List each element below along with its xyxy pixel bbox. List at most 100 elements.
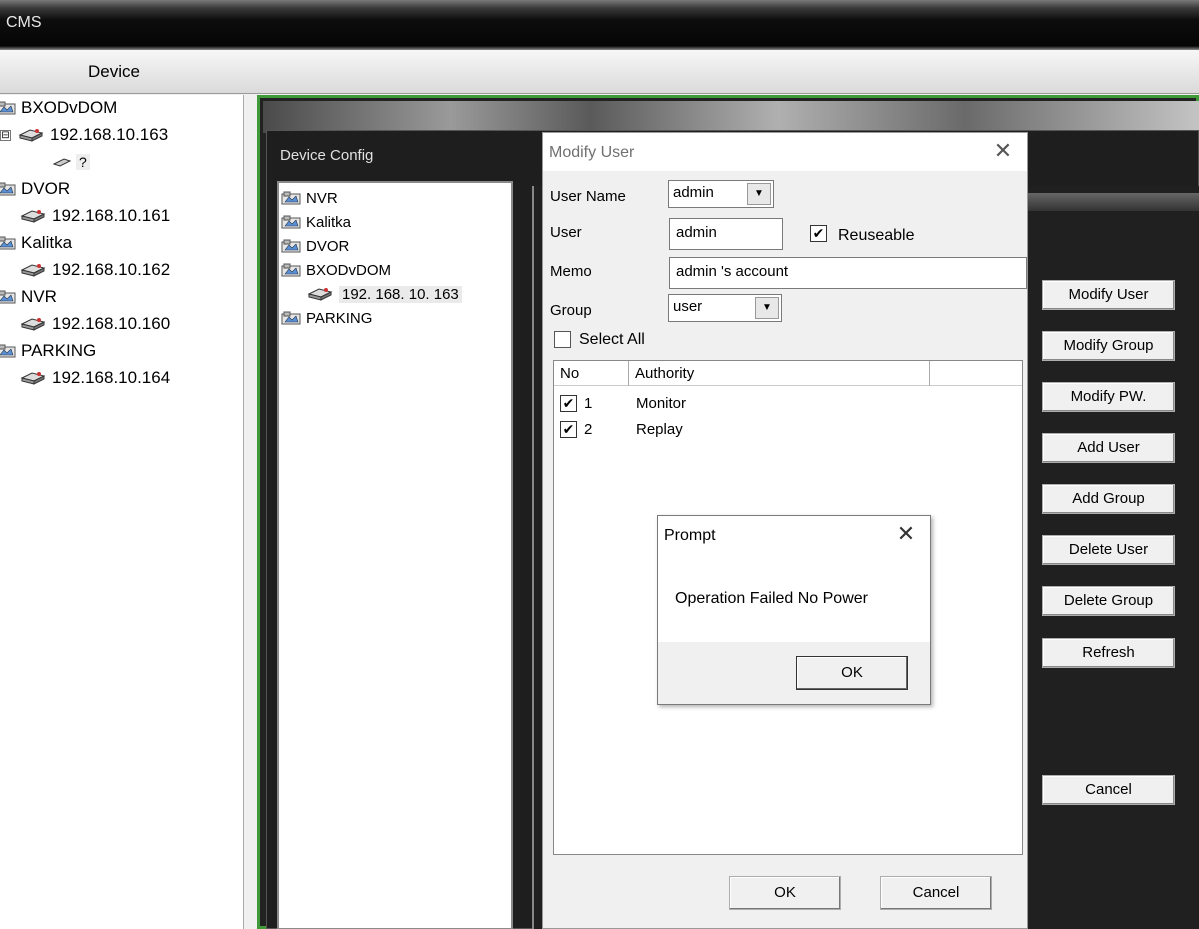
- tree-item-group[interactable]: DVOR: [0, 177, 70, 201]
- cancel-button[interactable]: Cancel: [1042, 775, 1175, 805]
- device-group-icon: [0, 290, 16, 304]
- chevron-down-icon: ▼: [747, 183, 771, 205]
- device-icon: [20, 262, 46, 278]
- device-icon: [307, 286, 333, 302]
- device-header-bar: Device: [0, 50, 1199, 94]
- tree-item-group[interactable]: DVOR: [281, 235, 349, 257]
- config-device-tree[interactable]: NVR Kalitka DVOR BXODvDOM 192. 168. 10. …: [277, 181, 513, 929]
- device-group-icon: [0, 236, 16, 250]
- user-field[interactable]: admin: [669, 218, 783, 250]
- tree-item-group[interactable]: Kalitka: [0, 231, 72, 255]
- tree-item-device[interactable]: 192.168.10.164: [20, 366, 170, 390]
- authority-checkbox[interactable]: ✔: [560, 421, 577, 438]
- dialog-title: Modify User: [549, 144, 635, 161]
- device-group-icon: [0, 182, 16, 196]
- tree-item-channel[interactable]: ?: [52, 150, 90, 174]
- device-icon: [20, 316, 46, 332]
- authority-checkbox[interactable]: ✔: [560, 395, 577, 412]
- tree-item-group[interactable]: Kalitka: [281, 211, 351, 233]
- selected-value: admin: [673, 184, 714, 201]
- app-title: CMS: [6, 14, 42, 31]
- delete-user-button[interactable]: Delete User: [1042, 535, 1175, 565]
- memo-label: Memo: [550, 263, 592, 280]
- tree-item-group[interactable]: NVR: [281, 187, 338, 209]
- refresh-button[interactable]: Refresh: [1042, 638, 1175, 668]
- reuseable-label: Reuseable: [838, 227, 915, 244]
- tree-item-label: 192.168.10.163: [50, 125, 169, 144]
- chevron-down-icon: ▼: [755, 297, 779, 319]
- modify-user-button[interactable]: Modify User: [1042, 280, 1175, 310]
- device-icon: [18, 127, 44, 143]
- tree-item-label: NVR: [21, 287, 57, 306]
- tree-item-label: 192. 168. 10. 163: [339, 285, 462, 303]
- tree-item-label: PARKING: [306, 309, 373, 327]
- user-name-select[interactable]: admin ▼: [668, 180, 774, 208]
- tree-item-device-selected[interactable]: 192. 168. 10. 163: [307, 283, 462, 305]
- delete-group-button[interactable]: Delete Group: [1042, 586, 1175, 616]
- tree-item-label: Kalitka: [21, 233, 73, 252]
- device-group-icon: [281, 191, 301, 205]
- device-icon: [20, 370, 46, 386]
- device-config-title: Device Config: [280, 147, 374, 164]
- close-icon[interactable]: ✕: [991, 139, 1015, 163]
- authority-no: 1: [584, 395, 593, 412]
- tree-item-group[interactable]: PARKING: [281, 307, 372, 329]
- ok-button[interactable]: OK: [729, 876, 841, 910]
- authority-list-header: No Authority: [554, 361, 1022, 386]
- cancel-button[interactable]: Cancel: [880, 876, 992, 910]
- device-group-icon: [0, 344, 16, 358]
- group-label: Group: [550, 302, 592, 319]
- device-tree[interactable]: BXODvDOM ⊟ 192.168.10.163 ? DVOR 192.168…: [0, 95, 244, 929]
- prompt-title: Prompt: [664, 527, 716, 544]
- tree-item-label: BXODvDOM: [21, 98, 118, 117]
- user-name-label: User Name: [550, 188, 626, 205]
- collapse-icon[interactable]: ⊟: [0, 129, 11, 141]
- add-group-button[interactable]: Add Group: [1042, 484, 1175, 514]
- tree-item-device[interactable]: 192.168.10.160: [20, 312, 170, 336]
- tree-item-label: DVOR: [21, 179, 71, 198]
- add-user-button[interactable]: Add User: [1042, 433, 1175, 463]
- tree-item-group[interactable]: NVR: [0, 285, 57, 309]
- authority-name: Monitor: [636, 395, 687, 412]
- tree-item-label: ?: [76, 154, 90, 170]
- device-tab[interactable]: Device: [88, 62, 140, 82]
- select-all-label: Select All: [579, 331, 645, 348]
- group-select[interactable]: user ▼: [668, 294, 782, 322]
- tree-item-device[interactable]: 192.168.10.162: [20, 258, 170, 282]
- authority-no: 2: [584, 421, 593, 438]
- device-group-icon: [0, 101, 16, 115]
- reuseable-checkbox[interactable]: ✔: [810, 225, 827, 242]
- tree-item-label: 192.168.10.162: [52, 260, 171, 279]
- tree-item-label: 192.168.10.160: [52, 314, 171, 333]
- tree-item-label: Kalitka: [306, 213, 352, 231]
- selected-value: user: [673, 298, 703, 315]
- tree-item-label: DVOR: [306, 237, 350, 255]
- close-icon[interactable]: ✕: [894, 522, 918, 546]
- video-preview-strip: [263, 101, 1199, 133]
- device-group-icon: [281, 239, 301, 253]
- select-all-checkbox[interactable]: [554, 331, 571, 348]
- authority-name: Replay: [636, 421, 683, 438]
- tree-item-label: BXODvDOM: [306, 261, 392, 279]
- device-group-icon: [281, 263, 301, 277]
- memo-field[interactable]: admin 's account: [669, 257, 1027, 289]
- tree-item-group[interactable]: PARKING: [0, 339, 96, 363]
- prompt-dialog: Prompt ✕ Operation Failed No Power OK: [657, 515, 931, 705]
- modify-password-button[interactable]: Modify PW.: [1042, 382, 1175, 412]
- device-icon: [20, 208, 46, 224]
- modify-group-button[interactable]: Modify Group: [1042, 331, 1175, 361]
- prompt-ok-button[interactable]: OK: [796, 656, 908, 690]
- column-header-authority[interactable]: Authority: [629, 361, 930, 386]
- tree-item-label: 192.168.10.161: [52, 206, 171, 225]
- tree-item-device[interactable]: 192.168.10.161: [20, 204, 170, 228]
- tree-item-group[interactable]: BXODvDOM: [0, 96, 117, 120]
- tree-item-label: PARKING: [21, 341, 97, 360]
- tree-item-group[interactable]: BXODvDOM: [281, 259, 391, 281]
- column-header-no[interactable]: No: [554, 361, 629, 386]
- device-group-icon: [281, 215, 301, 229]
- device-group-icon: [281, 311, 301, 325]
- tree-item-device[interactable]: ⊟ 192.168.10.163: [0, 123, 168, 147]
- tree-item-label: NVR: [306, 189, 338, 207]
- app-title-bar: CMS: [0, 0, 1199, 50]
- user-label: User: [550, 224, 582, 241]
